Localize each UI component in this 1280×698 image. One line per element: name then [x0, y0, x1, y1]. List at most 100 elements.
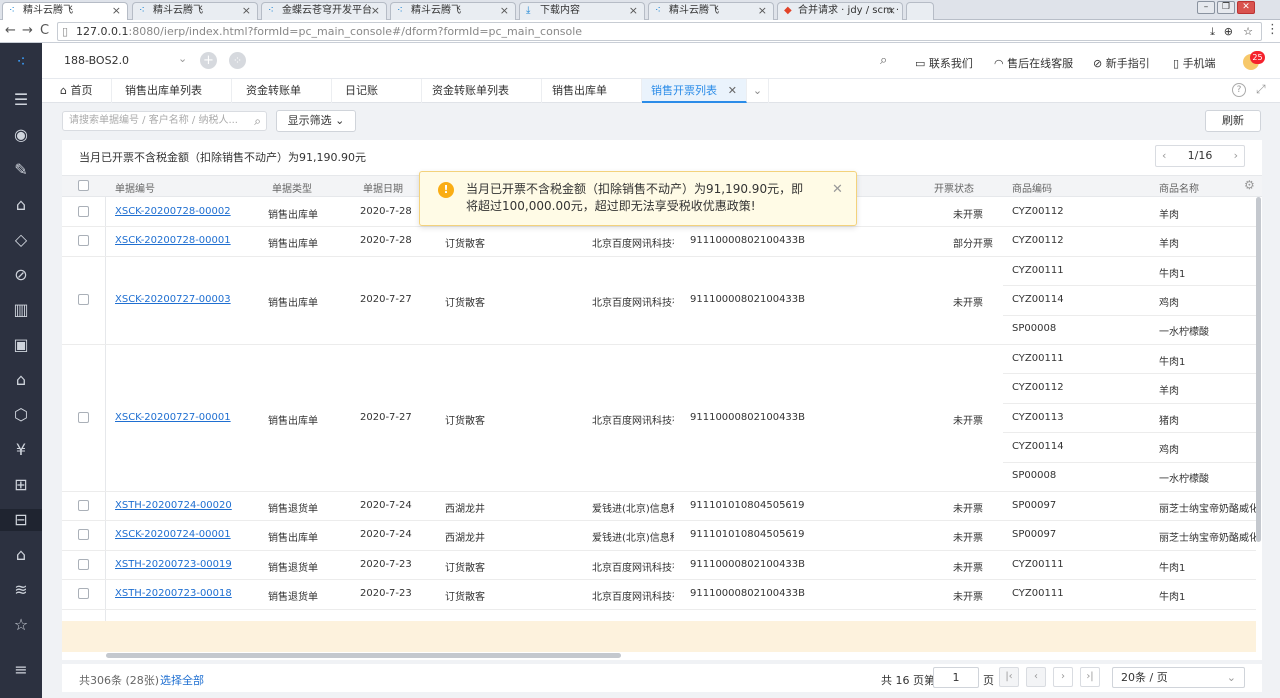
add-icon[interactable]: + — [200, 52, 217, 69]
contact-link[interactable]: ▭ 联系我们 — [915, 55, 973, 71]
nav-edit-icon[interactable]: ✎ — [10, 159, 32, 181]
nav-favorite-icon[interactable]: ☆ — [10, 614, 32, 636]
tabs-more-icon[interactable]: ⌄ — [747, 79, 769, 103]
close-tab-icon[interactable]: × — [112, 3, 121, 19]
search-input[interactable]: 请搜索单据编号 / 客户名称 / 纳税人... ⌕ — [62, 111, 267, 131]
mobile-link[interactable]: ▯ 手机端 — [1173, 55, 1216, 71]
nav-diamond-icon[interactable]: ◇ — [10, 229, 32, 251]
horizontal-scrollbar[interactable] — [106, 653, 621, 658]
close-tab-icon[interactable]: ✕ — [728, 79, 737, 103]
prev-page-button[interactable]: ‹ — [1026, 667, 1046, 687]
page-size-select[interactable]: 20条 / 页 ⌄ — [1112, 667, 1245, 688]
menu-icon[interactable]: ⋮ — [1266, 22, 1279, 38]
page-input[interactable]: 1 — [933, 667, 979, 688]
close-tab-icon[interactable]: × — [500, 3, 509, 19]
next-page-button[interactable]: › — [1053, 667, 1073, 687]
nav-money-icon[interactable]: ¥ — [10, 439, 32, 461]
browser-tab[interactable]: ⤓ 下载内容 × — [519, 2, 645, 20]
next-page-icon[interactable]: › — [1234, 146, 1238, 166]
apps-icon[interactable]: ⁘ — [229, 52, 246, 69]
tab-fund-transfer-list[interactable]: 资金转账单列表 — [422, 79, 542, 103]
chevron-down-icon[interactable]: ⌄ — [178, 52, 187, 65]
search-icon[interactable]: ⌕ — [880, 53, 887, 68]
tab-fund-transfer[interactable]: 资金转账单 — [232, 79, 332, 103]
close-window-button[interactable]: ✕ — [1237, 1, 1255, 14]
browser-tab[interactable]: ⁖ 精斗云腾飞 × — [648, 2, 774, 20]
col-invoice-status[interactable]: 开票状态 — [934, 180, 974, 195]
zoom-icon[interactable]: ⊕ — [1224, 23, 1233, 40]
row-checkbox[interactable] — [78, 558, 89, 570]
col-product-code[interactable]: 商品编码 — [1012, 180, 1052, 195]
bill-no-link[interactable]: XSTH-20200723-00018 — [115, 588, 232, 599]
vertical-scrollbar[interactable] — [1256, 197, 1261, 542]
back-icon[interactable]: ← — [5, 23, 16, 39]
browser-tab[interactable]: ⁖ 精斗云腾飞 × — [2, 2, 128, 20]
browser-tab[interactable]: ⁖ 金蝶云苍穹开发平台 × — [261, 2, 387, 20]
tenant-selector[interactable]: 188-BOS2.0 — [64, 54, 129, 67]
url-input[interactable]: ▯ 127.0.0.1:8080/ierp/index.html?formId=… — [57, 22, 1262, 41]
col-bill-type[interactable]: 单据类型 — [272, 180, 312, 195]
restore-button[interactable]: ❐ — [1217, 1, 1235, 14]
select-all-link[interactable]: 选择全部 — [160, 672, 204, 688]
tab-home[interactable]: ⌂ 首页 — [42, 79, 112, 103]
close-tab-icon[interactable]: × — [629, 3, 638, 19]
col-product-name[interactable]: 商品名称 — [1159, 180, 1199, 195]
nav-invoice-icon[interactable]: ⊟ — [0, 509, 42, 531]
nav-bag-icon[interactable]: ▣ — [10, 334, 32, 356]
tab-journal[interactable]: 日记账 — [332, 79, 422, 103]
nav-layers-icon[interactable]: ≋ — [10, 579, 32, 601]
forward-icon[interactable]: → — [22, 23, 33, 39]
guide-link[interactable]: ⊘ 新手指引 — [1093, 55, 1150, 71]
prev-page-icon[interactable]: ‹ — [1162, 146, 1166, 166]
row-checkbox[interactable] — [78, 411, 89, 423]
reload-icon[interactable]: C — [40, 23, 49, 39]
last-page-button[interactable]: ›| — [1080, 667, 1100, 687]
row-checkbox[interactable] — [78, 205, 89, 217]
column-settings-icon[interactable]: ⚙ — [1244, 178, 1255, 192]
fullscreen-icon[interactable]: ⤢ — [1256, 82, 1266, 97]
browser-tab[interactable]: ⁖ 精斗云腾飞 × — [390, 2, 516, 20]
bill-no-link[interactable]: XSTH-20200724-00020 — [115, 500, 232, 511]
bill-no-link[interactable]: XSCK-20200724-00001 — [115, 529, 231, 540]
row-checkbox[interactable] — [78, 235, 89, 247]
refresh-button[interactable]: 刷新 — [1205, 110, 1261, 132]
close-tab-icon[interactable]: × — [242, 3, 251, 19]
close-tab-icon[interactable]: × — [371, 3, 380, 19]
close-tab-icon[interactable]: × — [758, 3, 767, 19]
nav-warehouse-icon[interactable]: ⌂ — [10, 369, 32, 391]
search-icon[interactable]: ⌕ — [254, 112, 261, 130]
nav-cube-icon[interactable]: ⬡ — [10, 404, 32, 426]
tab-sales-outbound-list[interactable]: 销售出库单列表 — [112, 79, 232, 103]
bill-no-link[interactable]: XSCK-20200727-00001 — [115, 412, 231, 423]
nav-dashboard-icon[interactable]: ◉ — [10, 124, 32, 146]
new-tab-button[interactable] — [906, 2, 934, 20]
row-checkbox[interactable] — [78, 587, 89, 599]
browser-tab[interactable]: ◆ 合并请求 · jdy / scm · G × — [777, 2, 903, 20]
close-tab-icon[interactable]: × — [887, 3, 896, 19]
tab-sales-outbound[interactable]: 销售出库单 — [542, 79, 642, 103]
nav-chart-icon[interactable]: ⊞ — [10, 474, 32, 496]
nav-list-icon[interactable]: ☰ — [10, 89, 32, 111]
download-icon[interactable]: ⤓ — [1210, 23, 1215, 40]
help-icon[interactable]: ? — [1232, 83, 1246, 97]
tab-sales-invoice-list[interactable]: 销售开票列表 ✕ — [642, 79, 747, 103]
nav-bank-icon[interactable]: ⌂ — [10, 544, 32, 566]
minimize-button[interactable]: – — [1197, 1, 1215, 14]
nav-tag-icon[interactable]: ⊘ — [10, 264, 32, 286]
star-icon[interactable]: ☆ — [1243, 23, 1253, 40]
row-checkbox[interactable] — [78, 293, 89, 305]
col-bill-no[interactable]: 单据编号 — [115, 180, 155, 195]
nav-settings-icon[interactable]: ≡ — [10, 659, 32, 681]
filter-toggle-button[interactable]: 显示筛选 ⌄ — [276, 110, 356, 132]
bill-no-link[interactable]: XSTH-20200723-00019 — [115, 559, 232, 570]
bill-no-link[interactable]: XSCK-20200728-00002 — [115, 206, 231, 217]
col-bill-date[interactable]: 单据日期 — [363, 180, 403, 195]
nav-store-icon[interactable]: ⌂ — [10, 194, 32, 216]
first-page-button[interactable]: |‹ — [999, 667, 1019, 687]
close-icon[interactable]: ✕ — [832, 182, 843, 197]
browser-tab[interactable]: ⁖ 精斗云腾飞 × — [132, 2, 258, 20]
nav-report-icon[interactable]: ▥ — [10, 299, 32, 321]
select-all-checkbox[interactable] — [78, 180, 89, 191]
row-checkbox[interactable] — [78, 529, 89, 541]
service-link[interactable]: ◠ 售后在线客服 — [994, 55, 1073, 71]
